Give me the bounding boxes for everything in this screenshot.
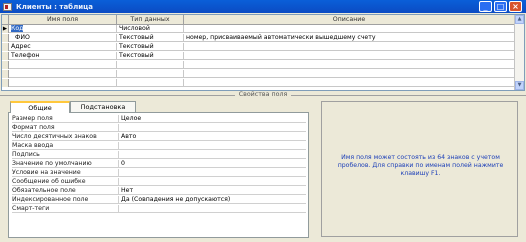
property-row-indexed[interactable]: Индексированное поле Да (Совпадения не д… — [12, 196, 306, 204]
property-value[interactable]: Да (Совпадения не допускаются) — [118, 196, 306, 204]
header-selector — [2, 15, 9, 25]
field-name-cell[interactable] — [9, 61, 117, 69]
property-row-validation-rule[interactable]: Условие на значение — [12, 169, 306, 177]
property-label: Маска ввода — [12, 142, 54, 149]
table-row[interactable] — [2, 70, 515, 78]
field-name-cell[interactable]: ФИО — [9, 34, 117, 42]
property-row-caption[interactable]: Подпись — [12, 151, 306, 159]
data-type-cell[interactable]: Текстовый — [117, 43, 184, 51]
table-row[interactable]: Адрес Текстовый — [2, 43, 515, 51]
table-row[interactable]: Телефон Текстовый — [2, 52, 515, 60]
row-selector[interactable]: ▶ — [2, 25, 9, 33]
property-row-validation-text[interactable]: Сообщение об ошибке — [12, 178, 306, 186]
column-header-field-name[interactable]: Имя поля — [9, 15, 117, 25]
scroll-down-arrow-icon[interactable]: ▼ — [515, 81, 524, 90]
property-row-field-size[interactable]: Размер поля Целое — [12, 115, 306, 123]
property-value[interactable] — [118, 169, 306, 177]
property-label: Подпись — [12, 151, 40, 158]
row-selector[interactable] — [2, 52, 9, 60]
row-selector[interactable] — [2, 61, 9, 69]
field-properties-caption: Свойства поля — [0, 91, 526, 99]
field-name-cell[interactable] — [9, 70, 117, 78]
field-name-cell[interactable]: Адрес — [9, 43, 117, 51]
field-name-cell[interactable] — [9, 79, 117, 87]
property-row-decimal-places[interactable]: Число десятичных знаков Авто — [12, 133, 306, 141]
field-grid: Имя поля Тип данных Описание ▶ Код Число… — [1, 14, 525, 91]
data-type-cell[interactable]: Текстовый — [117, 34, 184, 42]
property-label: Значение по умолчанию — [12, 160, 92, 167]
column-header-data-type[interactable]: Тип данных — [117, 15, 184, 25]
data-type-cell[interactable] — [117, 70, 184, 78]
table-window-icon — [3, 2, 12, 11]
data-type-cell[interactable] — [117, 61, 184, 69]
property-value[interactable]: Авто — [118, 133, 306, 141]
scroll-up-arrow-icon[interactable]: ▲ — [515, 15, 524, 24]
property-value[interactable] — [118, 205, 306, 213]
property-label: Формат поля — [12, 124, 55, 131]
data-type-cell[interactable]: Числовой — [117, 25, 184, 33]
property-row-format[interactable]: Формат поля — [12, 124, 306, 132]
property-label: Число десятичных знаков — [12, 133, 97, 140]
grid-header: Имя поля Тип данных Описание — [2, 15, 515, 25]
property-label: Условие на значение — [12, 169, 81, 176]
row-selector[interactable] — [2, 43, 9, 51]
property-row-input-mask[interactable]: Маска ввода — [12, 142, 306, 150]
field-name-cell[interactable]: Код — [9, 25, 117, 33]
property-value[interactable]: Нет — [118, 187, 306, 195]
window-controls: _ □ × — [479, 1, 522, 12]
description-cell[interactable] — [184, 43, 515, 51]
close-button[interactable]: × — [509, 1, 522, 12]
description-cell[interactable]: номер, присваиваемый автоматически вышед… — [184, 34, 515, 42]
row-selector[interactable] — [2, 79, 9, 87]
window-titlebar[interactable]: Клиенты : таблица _ □ × — [0, 0, 526, 13]
table-row[interactable] — [2, 79, 515, 87]
property-value[interactable] — [118, 151, 306, 159]
column-header-description[interactable]: Описание — [184, 15, 515, 25]
property-row-required[interactable]: Обязательное поле Нет — [12, 187, 306, 195]
property-label: Обязательное поле — [12, 187, 76, 194]
property-value[interactable] — [118, 124, 306, 132]
data-type-cell[interactable] — [117, 79, 184, 87]
property-label: Смарт-теги — [12, 205, 50, 212]
data-type-cell[interactable]: Текстовый — [117, 52, 184, 60]
description-cell[interactable] — [184, 70, 515, 78]
tab-general[interactable]: Общие — [10, 101, 70, 113]
description-cell[interactable] — [184, 25, 515, 33]
field-properties-caption-text: Свойства поля — [234, 91, 292, 98]
hint-text: Имя поля может состоять из 64 знаков с у… — [337, 154, 504, 177]
table-row[interactable]: ФИО Текстовый номер, присваиваемый автом… — [2, 34, 515, 42]
table-row[interactable] — [2, 61, 515, 69]
property-label: Индексированное поле — [12, 196, 89, 203]
description-cell[interactable] — [184, 61, 515, 69]
property-value[interactable] — [118, 142, 306, 150]
window-title: Клиенты : таблица — [16, 2, 94, 11]
description-cell[interactable] — [184, 79, 515, 87]
row-selector[interactable] — [2, 70, 9, 78]
minimize-button[interactable]: _ — [479, 1, 492, 12]
property-label: Размер поля — [12, 115, 53, 122]
table-row[interactable]: ▶ Код Числовой — [2, 25, 515, 33]
property-value[interactable]: Целое — [118, 115, 306, 123]
property-value[interactable] — [118, 178, 306, 186]
tab-lookup[interactable]: Подстановка — [70, 101, 136, 112]
row-selector[interactable] — [2, 34, 9, 42]
field-name-cell[interactable]: Телефон — [9, 52, 117, 60]
field-name-text: Код — [11, 25, 24, 32]
general-properties-panel: Размер поля Целое Формат поля Число деся… — [8, 112, 309, 238]
maximize-button[interactable]: □ — [494, 1, 507, 12]
property-row-smart-tags[interactable]: Смарт-теги — [12, 205, 306, 213]
property-label: Сообщение об ошибке — [12, 178, 86, 185]
description-cell[interactable] — [184, 52, 515, 60]
hint-panel: Имя поля может состоять из 64 знаков с у… — [321, 101, 518, 237]
property-row-default-value[interactable]: Значение по умолчанию 0 — [12, 160, 306, 168]
grid-vertical-scrollbar[interactable]: ▲ ▼ — [514, 15, 524, 90]
property-value[interactable]: 0 — [118, 160, 306, 168]
